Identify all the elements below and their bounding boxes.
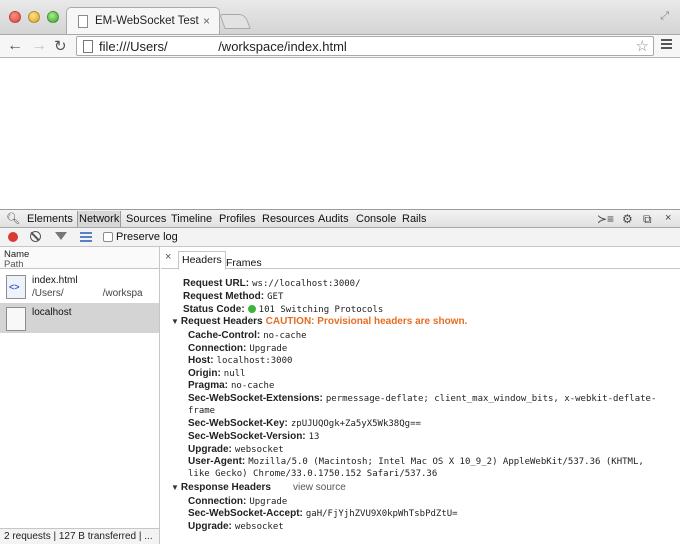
page-icon <box>83 40 93 53</box>
preserve-log-checkbox[interactable] <box>103 232 113 242</box>
tab-close-icon[interactable]: × <box>203 14 210 28</box>
disclosure-triangle-icon[interactable]: ▼ <box>171 483 179 492</box>
tab-frames[interactable]: Frames <box>226 257 262 269</box>
tab-network[interactable]: Network <box>77 211 122 227</box>
page-content <box>0 58 680 209</box>
header-row: Host: localhost:3000 <box>188 355 293 366</box>
header-row: Connection: Upgrade <box>188 496 288 507</box>
gear-icon[interactable]: ⚙ <box>622 212 633 226</box>
response-headers-section[interactable]: ▼ Response Headers view source <box>171 482 346 493</box>
clear-icon[interactable] <box>30 231 41 242</box>
tab-headers[interactable]: Headers <box>178 251 226 270</box>
status-ok-icon <box>247 305 256 313</box>
menu-icon[interactable] <box>661 39 672 51</box>
devtools-tabbar: 🔍︎ Elements Network Sources Timeline Pro… <box>0 209 680 228</box>
bookmark-star-icon[interactable]: ☆ <box>636 37 649 55</box>
request-url-row: Request URL: ws://localhost:3000/ <box>183 278 361 289</box>
minimize-window-button[interactable] <box>28 11 40 23</box>
column-header[interactable]: Name Path <box>0 247 159 270</box>
disclosure-triangle-icon[interactable]: ▼ <box>171 317 179 326</box>
tab-elements[interactable]: Elements <box>27 213 73 225</box>
status-code-row: Status Code: 101 Switching Protocols <box>183 304 384 315</box>
header-row: Origin: null <box>188 368 246 379</box>
request-name: index.html <box>32 275 78 286</box>
view-source-link[interactable]: view source <box>293 482 346 493</box>
document-icon <box>78 15 88 28</box>
large-rows-icon[interactable] <box>80 232 92 244</box>
address-bar[interactable]: file:///Users/ /workspace/index.html ☆ <box>76 36 654 56</box>
console-drawer-icon[interactable]: ≻≡ <box>597 212 614 226</box>
blank-file-icon <box>6 307 26 331</box>
request-name: localhost <box>32 307 72 318</box>
search-icon[interactable]: 🔍︎ <box>6 212 20 225</box>
header-row: Sec-WebSocket-Extensions: permessage-defl… <box>188 393 657 416</box>
html-file-icon: <> <box>6 275 26 299</box>
close-icon[interactable]: × <box>665 212 671 224</box>
tab-rails[interactable]: Rails <box>402 213 426 225</box>
dock-icon[interactable]: ⧉ <box>643 212 652 227</box>
close-details-icon[interactable]: × <box>165 251 171 263</box>
browser-toolbar: ← → ↻ file:///Users/ /workspace/index.ht… <box>0 34 680 58</box>
tab-sources[interactable]: Sources <box>126 213 166 225</box>
header-row: Upgrade: websocket <box>188 521 284 532</box>
window-titlebar: EM-WebSocket Test × ⤢ <box>0 0 680 35</box>
tab-console[interactable]: Console <box>356 213 396 225</box>
request-row[interactable]: <> index.html /Users/ /workspa <box>0 271 159 301</box>
detail-tabbar: × Headers Frames <box>161 247 680 270</box>
request-details: × Headers Frames Request URL: ws://localh… <box>161 247 680 544</box>
tab-audits[interactable]: Audits <box>318 213 349 225</box>
filter-icon[interactable] <box>55 232 67 240</box>
close-window-button[interactable] <box>9 11 21 23</box>
network-toolbar: Preserve log <box>0 228 680 247</box>
request-list: Name Path <> index.html /Users/ /workspa… <box>0 247 160 544</box>
transfer-summary: 2 requests | 127 B transferred | ... <box>4 531 153 542</box>
tab-timeline[interactable]: Timeline <box>171 213 212 225</box>
header-row: Sec-WebSocket-Key: zpUJUQOgk+Za5yX5Wk38Qg… <box>188 418 421 429</box>
request-path: /Users/ /workspa <box>32 288 143 299</box>
header-row: Upgrade: websocket <box>188 444 284 455</box>
zoom-window-button[interactable] <box>47 11 59 23</box>
header-row: Pragma: no-cache <box>188 380 275 391</box>
header-row: User-Agent: Mozilla/5.0 (Macintosh; Intel… <box>188 456 644 479</box>
network-status-bar: 2 requests | 127 B transferred | ... <box>0 528 159 544</box>
new-tab-button[interactable] <box>219 14 251 29</box>
header-row: Connection: Upgrade <box>188 343 288 354</box>
tab-title: EM-WebSocket Test <box>95 15 199 27</box>
forward-icon[interactable]: → <box>31 37 47 55</box>
header-row: Sec-WebSocket-Version: 13 <box>188 431 320 442</box>
back-icon[interactable]: ← <box>7 37 23 55</box>
header-row: Sec-WebSocket-Accept: gaH/FjYjhZVU9X0kpWh… <box>188 508 458 519</box>
tab-profiles[interactable]: Profiles <box>219 213 256 225</box>
preserve-log-label: Preserve log <box>116 231 178 243</box>
fullscreen-icon[interactable]: ⤢ <box>660 10 669 23</box>
request-headers-section[interactable]: ▼ Request Headers CAUTION: Provisional hea… <box>171 316 467 327</box>
tab-resources[interactable]: Resources <box>262 213 315 225</box>
header-row: Cache-Control: no-cache <box>188 330 307 341</box>
request-row-selected[interactable]: localhost <box>0 303 159 333</box>
browser-tab[interactable]: EM-WebSocket Test × <box>66 7 220 35</box>
request-method-row: Request Method: GET <box>183 291 284 302</box>
column-path-label: Path <box>4 259 24 270</box>
record-button[interactable] <box>8 232 18 242</box>
reload-icon[interactable]: ↻ <box>54 37 67 55</box>
provisional-caution: CAUTION: Provisional headers are shown. <box>265 316 468 327</box>
address-url[interactable]: file:///Users/ /workspace/index.html <box>99 39 347 54</box>
